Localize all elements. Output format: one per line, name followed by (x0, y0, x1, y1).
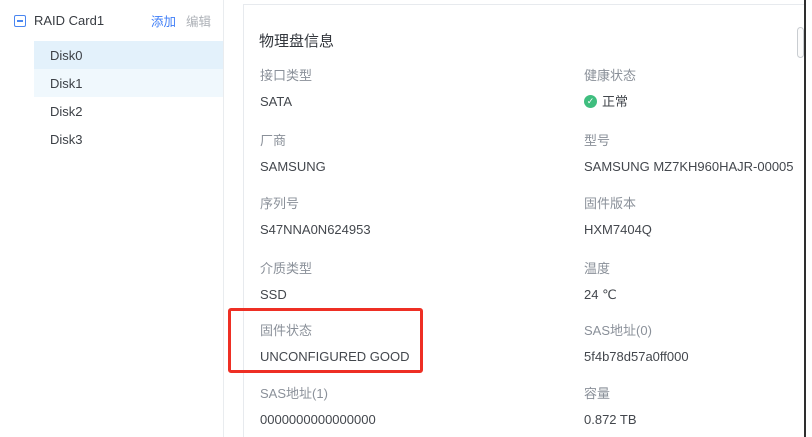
field-firmware-version: 固件版本 HXM7404Q (584, 197, 652, 237)
field-value: UNCONFIGURED GOOD (260, 349, 410, 364)
field-sas-address-0: SAS地址(0) 5f4b78d57a0ff000 (584, 324, 689, 364)
field-capacity: 容量 0.872 TB (584, 387, 637, 427)
field-value: 24 ℃ (584, 287, 617, 302)
field-label: 健康状态 (584, 69, 636, 83)
raid-card-label: RAID Card1 (34, 13, 104, 28)
field-label: 温度 (584, 262, 617, 276)
field-value: SATA (260, 94, 312, 109)
field-label: 厂商 (260, 134, 326, 148)
field-label: 固件状态 (260, 324, 410, 338)
raid-card-actions: 添加 编辑 (151, 11, 211, 30)
field-label: SAS地址(0) (584, 324, 689, 338)
collapse-icon[interactable] (14, 15, 26, 27)
page-title: 物理盘信息 (259, 30, 334, 51)
raid-card-node[interactable]: RAID Card1 添加 编辑 (0, 0, 223, 41)
sidebar-item-disk2[interactable]: Disk2 (34, 97, 223, 125)
sidebar-item-disk1[interactable]: Disk1 (34, 69, 223, 97)
field-sas-address-1: SAS地址(1) 0000000000000000 (260, 387, 376, 427)
field-value: 0000000000000000 (260, 412, 376, 427)
sidebar-item-disk0[interactable]: Disk0 (34, 41, 223, 69)
field-label: 序列号 (260, 197, 371, 211)
field-model: 型号 SAMSUNG MZ7KH960HAJR-00005 (584, 134, 794, 174)
field-value: SAMSUNG (260, 159, 326, 174)
add-link[interactable]: 添加 (151, 11, 176, 30)
field-label: 介质类型 (260, 262, 312, 276)
field-label: 接口类型 (260, 69, 312, 83)
field-value: ✓ 正常 (584, 94, 636, 109)
health-ok-icon: ✓ (584, 95, 597, 108)
field-media-type: 介质类型 SSD (260, 262, 312, 302)
field-label: 型号 (584, 134, 794, 148)
field-value: HXM7404Q (584, 222, 652, 237)
field-label: 容量 (584, 387, 637, 401)
vertical-scrollbar-thumb[interactable] (797, 27, 804, 58)
field-interface-type: 接口类型 SATA (260, 69, 312, 109)
field-health-status: 健康状态 ✓ 正常 (584, 69, 636, 109)
edit-link[interactable]: 编辑 (186, 11, 211, 30)
field-value: S47NNA0N624953 (260, 222, 371, 237)
field-value: 0.872 TB (584, 412, 637, 427)
health-status-text: 正常 (602, 94, 628, 109)
field-label: 固件版本 (584, 197, 652, 211)
disk-tree-sidebar: RAID Card1 添加 编辑 Disk0 Disk1 Disk2 Disk3 (0, 0, 224, 437)
field-value: SSD (260, 287, 312, 302)
field-label: SAS地址(1) (260, 387, 376, 401)
field-firmware-state: 固件状态 UNCONFIGURED GOOD (260, 324, 410, 364)
field-value: SAMSUNG MZ7KH960HAJR-00005 (584, 159, 794, 174)
disk-list: Disk0 Disk1 Disk2 Disk3 (34, 41, 223, 153)
field-value: 5f4b78d57a0ff000 (584, 349, 689, 364)
sidebar-item-disk3[interactable]: Disk3 (34, 125, 223, 153)
field-vendor: 厂商 SAMSUNG (260, 134, 326, 174)
field-temperature: 温度 24 ℃ (584, 262, 617, 302)
physical-disk-info-panel: 物理盘信息 接口类型 SATA 健康状态 ✓ 正常 厂商 SAMSUNG 型号 … (243, 4, 805, 437)
field-serial-number: 序列号 S47NNA0N624953 (260, 197, 371, 237)
window-edge-line (804, 0, 806, 437)
